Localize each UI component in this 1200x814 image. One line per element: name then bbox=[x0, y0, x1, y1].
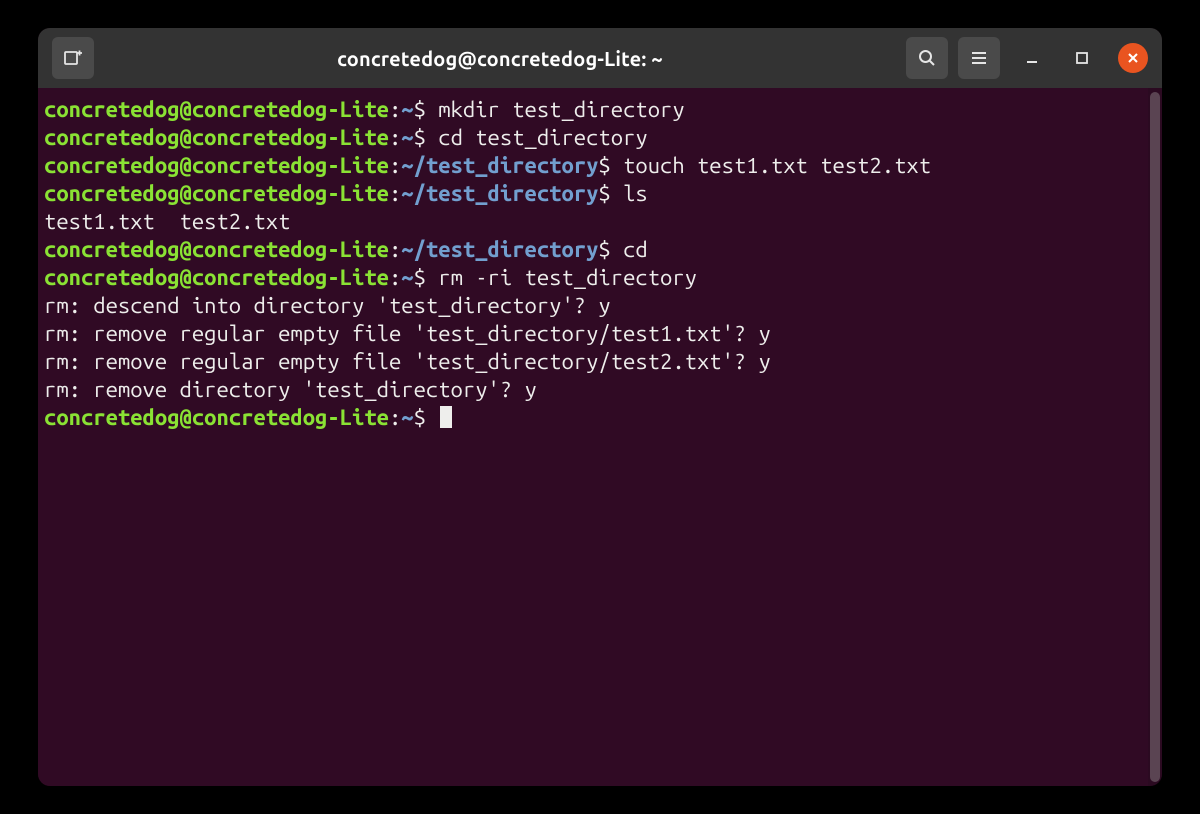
scrollbar-thumb[interactable] bbox=[1150, 92, 1160, 782]
minimize-button[interactable] bbox=[1018, 44, 1046, 72]
output-text: rm: remove regular empty file 'test_dire… bbox=[44, 349, 771, 374]
output-line: rm: remove regular empty file 'test_dire… bbox=[44, 348, 1148, 376]
command-text: cd bbox=[611, 237, 648, 262]
scrollbar[interactable] bbox=[1148, 88, 1162, 786]
prompt-colon: : bbox=[389, 237, 401, 262]
terminal-window: concretedog@concretedog-Lite: ~ bbox=[38, 28, 1162, 786]
minimize-icon bbox=[1025, 51, 1039, 65]
output-text: rm: remove directory 'test_directory'? y bbox=[44, 377, 537, 402]
close-button[interactable] bbox=[1118, 43, 1148, 73]
maximize-button[interactable] bbox=[1068, 44, 1096, 72]
cursor bbox=[440, 406, 452, 428]
titlebar: concretedog@concretedog-Lite: ~ bbox=[38, 28, 1162, 88]
command-text: cd test_directory bbox=[426, 125, 648, 150]
prompt-userhost: concretedog@concretedog-Lite bbox=[44, 153, 389, 178]
prompt-dollar: $ bbox=[598, 181, 610, 206]
hamburger-menu-button[interactable] bbox=[958, 37, 1000, 79]
search-button[interactable] bbox=[906, 37, 948, 79]
prompt-userhost: concretedog@concretedog-Lite bbox=[44, 125, 389, 150]
prompt-path: ~ bbox=[401, 125, 413, 150]
prompt-dollar: $ bbox=[414, 265, 426, 290]
prompt-dollar: $ bbox=[598, 237, 610, 262]
prompt-userhost: concretedog@concretedog-Lite bbox=[44, 265, 389, 290]
terminal-area: concretedog@concretedog-Lite:~$ mkdir te… bbox=[38, 88, 1162, 786]
terminal-output[interactable]: concretedog@concretedog-Lite:~$ mkdir te… bbox=[38, 88, 1148, 786]
hamburger-icon bbox=[969, 48, 989, 68]
prompt-path: ~ bbox=[401, 265, 413, 290]
prompt-path: ~/test_directory bbox=[401, 153, 598, 178]
command-text: ls bbox=[611, 181, 648, 206]
prompt-userhost: concretedog@concretedog-Lite bbox=[44, 97, 389, 122]
prompt-userhost: concretedog@concretedog-Lite bbox=[44, 405, 389, 430]
prompt-dollar: $ bbox=[598, 153, 610, 178]
prompt-dollar: $ bbox=[414, 97, 426, 122]
command-text bbox=[426, 405, 438, 430]
window-controls bbox=[1010, 43, 1148, 73]
maximize-icon bbox=[1075, 51, 1089, 65]
prompt-line: concretedog@concretedog-Lite:~/test_dire… bbox=[44, 152, 1148, 180]
prompt-colon: : bbox=[389, 181, 401, 206]
output-text: rm: descend into directory 'test_directo… bbox=[44, 293, 611, 318]
close-icon bbox=[1126, 51, 1140, 65]
prompt-path: ~ bbox=[401, 405, 413, 430]
prompt-path: ~/test_directory bbox=[401, 181, 598, 206]
prompt-colon: : bbox=[389, 265, 401, 290]
prompt-userhost: concretedog@concretedog-Lite bbox=[44, 237, 389, 262]
prompt-colon: : bbox=[389, 97, 401, 122]
prompt-line: concretedog@concretedog-Lite:~$ rm -ri t… bbox=[44, 264, 1148, 292]
prompt-line: concretedog@concretedog-Lite:~/test_dire… bbox=[44, 180, 1148, 208]
prompt-dollar: $ bbox=[414, 125, 426, 150]
prompt-line: concretedog@concretedog-Lite:~$ mkdir te… bbox=[44, 96, 1148, 124]
prompt-userhost: concretedog@concretedog-Lite bbox=[44, 181, 389, 206]
prompt-dollar: $ bbox=[414, 405, 426, 430]
output-line: rm: descend into directory 'test_directo… bbox=[44, 292, 1148, 320]
new-tab-icon bbox=[62, 47, 84, 69]
prompt-path: ~ bbox=[401, 97, 413, 122]
prompt-line: concretedog@concretedog-Lite:~$ bbox=[44, 404, 1148, 432]
command-text: rm -ri test_directory bbox=[426, 265, 697, 290]
output-line: rm: remove regular empty file 'test_dire… bbox=[44, 320, 1148, 348]
output-text: test1.txt test2.txt bbox=[44, 209, 290, 234]
window-title: concretedog@concretedog-Lite: ~ bbox=[104, 47, 896, 70]
output-line: test1.txt test2.txt bbox=[44, 208, 1148, 236]
command-text: touch test1.txt test2.txt bbox=[611, 153, 931, 178]
search-icon bbox=[917, 48, 937, 68]
new-tab-button[interactable] bbox=[52, 37, 94, 79]
prompt-colon: : bbox=[389, 125, 401, 150]
output-text: rm: remove regular empty file 'test_dire… bbox=[44, 321, 771, 346]
prompt-line: concretedog@concretedog-Lite:~/test_dire… bbox=[44, 236, 1148, 264]
prompt-line: concretedog@concretedog-Lite:~$ cd test_… bbox=[44, 124, 1148, 152]
command-text: mkdir test_directory bbox=[426, 97, 685, 122]
prompt-path: ~/test_directory bbox=[401, 237, 598, 262]
prompt-colon: : bbox=[389, 153, 401, 178]
prompt-colon: : bbox=[389, 405, 401, 430]
output-line: rm: remove directory 'test_directory'? y bbox=[44, 376, 1148, 404]
